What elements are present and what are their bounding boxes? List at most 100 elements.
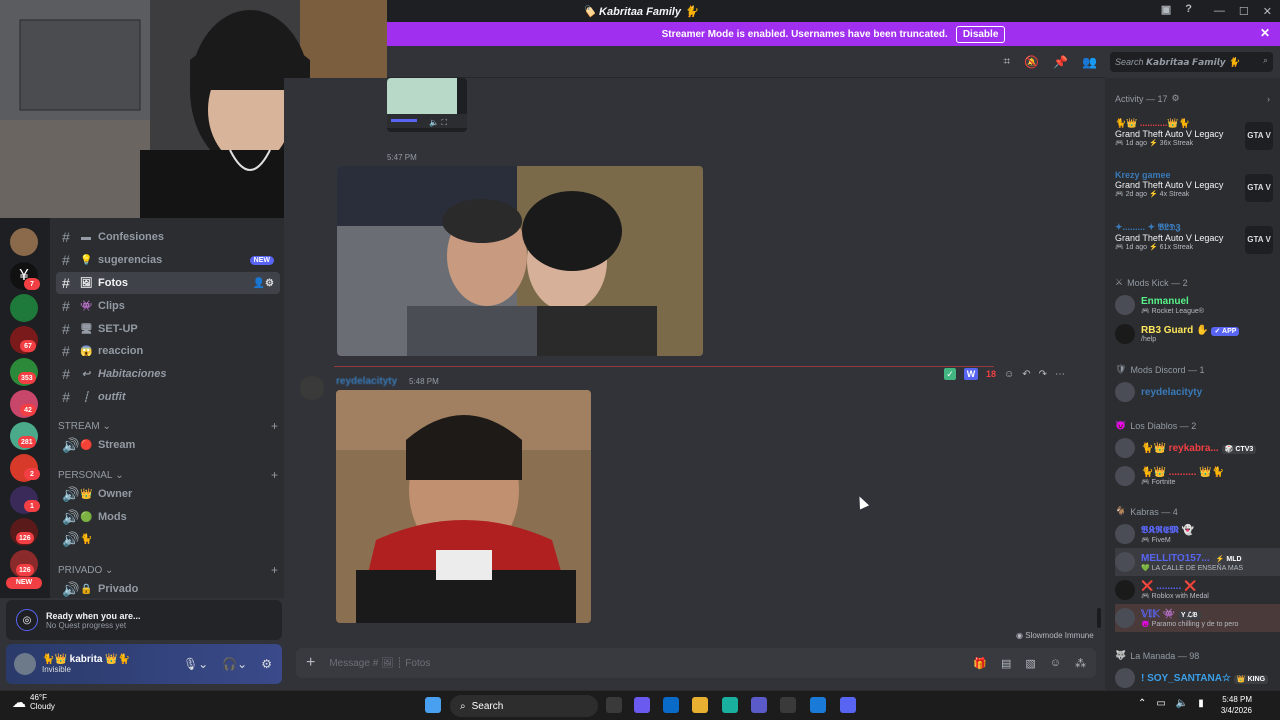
member-item[interactable]: Enmanuel 🎮 Rocket League® <box>1115 291 1280 319</box>
message-image-2[interactable] <box>336 390 591 623</box>
voice-stream[interactable]: 🔊 🔴 Stream <box>56 434 280 456</box>
channel-outfit[interactable]: # ┊ outfit <box>56 386 280 408</box>
chevron-right-icon[interactable]: › <box>1267 94 1270 104</box>
channel-clips[interactable]: # 👾 Clips <box>56 295 280 317</box>
voice-privado[interactable]: 🔊 🔒 Privado <box>56 578 280 598</box>
search-icon: ⌕ <box>460 700 466 712</box>
activity-card[interactable]: Krezy gamee Grand Theft Auto V Legacy 🎮 … <box>1115 170 1275 216</box>
quest-panel[interactable]: ◎ Ready when you are... No Quest progres… <box>6 600 282 640</box>
video-thumbnail[interactable]: 🔈 ⛶ <box>387 78 467 132</box>
w-reaction-icon[interactable]: W <box>964 368 978 380</box>
channel-reaccion[interactable]: # 😱 reaccion <box>56 340 280 362</box>
microphone-icon[interactable]: 🎙⌄ <box>183 657 208 671</box>
add-channel-icon[interactable]: + <box>271 563 278 577</box>
message-image-1[interactable] <box>337 166 703 356</box>
voice-cat[interactable]: 🔊 🐈 <box>56 528 280 550</box>
message-author[interactable]: reydelacityty <box>336 376 397 387</box>
member-item[interactable]: MELLITO157... ⚡ MLD 💚 LA CALLE DE ENSEÑA … <box>1115 548 1280 576</box>
channel-sidebar: # ▬ Confesiones # 💡 sugerencias NEW # 🖼 … <box>50 218 284 598</box>
edge-icon[interactable] <box>722 697 738 713</box>
activity-card[interactable]: 🐈👑 ...........👑🐈 Grand Theft Auto V Lega… <box>1115 118 1275 164</box>
forward-icon[interactable]: ↷ <box>1039 369 1047 380</box>
clock[interactable]: 5:48 PM 3/4/2026 <box>1221 694 1252 716</box>
network-icon[interactable]: ▭ <box>1156 698 1165 709</box>
gift-icon[interactable]: 🎁 <box>973 657 987 670</box>
member-list-icon[interactable]: 👥 <box>1082 55 1097 69</box>
mention-badge: 42 <box>20 404 36 416</box>
attach-plus-icon[interactable]: + <box>306 654 315 672</box>
apps-icon[interactable]: ⁂ <box>1075 657 1086 670</box>
more-icon[interactable]: ⋯ <box>1055 369 1065 380</box>
message-input[interactable]: Message # 🖼 ┊ Fotos <box>329 658 430 669</box>
add-channel-icon[interactable]: + <box>271 419 278 433</box>
disable-streamer-button[interactable]: Disable <box>955 25 1006 43</box>
headphones-icon[interactable]: 🎧⌄ <box>222 657 247 671</box>
steam-icon[interactable] <box>780 697 796 713</box>
emoji-icon[interactable]: ☺ <box>1050 657 1061 670</box>
sticker-icon[interactable]: ▧ <box>1025 657 1035 670</box>
windows-start-icon[interactable] <box>425 697 441 713</box>
inbox-icon[interactable]: ▣ <box>1161 3 1171 16</box>
avatar[interactable] <box>300 376 324 400</box>
avatar[interactable] <box>14 653 36 675</box>
speaker-icon: 🔊 <box>62 580 80 597</box>
avatar <box>1115 324 1135 344</box>
task-view-icon[interactable] <box>606 697 622 713</box>
browser-icon[interactable] <box>810 697 826 713</box>
add-member-icon[interactable]: 👤⚙ <box>253 278 274 289</box>
member-item[interactable]: RB3 Guard ✋ ✓ APP /help <box>1115 320 1280 348</box>
gta-v-icon: GTA V <box>1245 226 1273 254</box>
member-item[interactable]: ❌ ......... ❌ 🎮 Roblox with Medal <box>1115 576 1280 604</box>
server-icon[interactable] <box>10 228 38 256</box>
check-reaction-icon[interactable]: ✓ <box>944 368 956 380</box>
search-input[interactable]: Search 𝙆𝙖𝙗𝙧𝙞𝙩𝙖𝙖 𝙁𝙖𝙢𝙞𝙡𝙮 🐈 ⌕ <box>1110 52 1273 72</box>
scrollbar[interactable] <box>1097 608 1101 628</box>
server-icon[interactable] <box>10 294 38 322</box>
settings-gear-icon[interactable]: ⚙ <box>261 657 272 671</box>
voice-owner[interactable]: 🔊 👑 Owner <box>56 483 280 505</box>
notification-bell-icon[interactable]: 🔕 <box>1024 55 1039 69</box>
threads-icon[interactable]: ⌗ <box>1003 54 1010 69</box>
maximize-button[interactable]: ☐ <box>1239 5 1249 18</box>
member-item[interactable]: 𝕍𝕀𝕂 👾 Y ℒ𝔅 😈 Paramo chilling y de to pero <box>1115 604 1280 632</box>
member-item[interactable]: reydelacityty <box>1115 378 1280 406</box>
channel-set-up[interactable]: # 🖥 SET-UP <box>56 318 280 340</box>
reaction-count[interactable]: 18 <box>986 369 996 379</box>
channel-habitaciones[interactable]: # ↩ Habitaciones <box>56 363 280 385</box>
file-explorer-icon[interactable] <box>692 697 708 713</box>
category-personal[interactable]: PERSONAL ⌄ + <box>58 468 278 482</box>
minimize-button[interactable]: — <box>1214 5 1225 17</box>
battery-icon[interactable]: ▮ <box>1198 698 1204 709</box>
chevron-up-icon[interactable]: ⌃ <box>1138 698 1146 709</box>
activity-card[interactable]: ✦......... ✦ 𝕭𝕷𝕯𝖅 Grand Theft Auto V Leg… <box>1115 222 1275 268</box>
voice-mods[interactable]: 🔊 🟢 Mods <box>56 506 280 528</box>
weather-widget[interactable]: ☁ 46°F Cloudy <box>12 693 55 711</box>
member-item[interactable]: 🐈👑 .......... 👑🐈 🎮 Fortnite <box>1115 462 1280 490</box>
volume-icon[interactable]: 🔈 <box>1176 698 1188 709</box>
close-icon[interactable]: ✕ <box>1260 26 1270 40</box>
add-channel-icon[interactable]: + <box>271 468 278 482</box>
add-reaction-icon[interactable]: ☺ <box>1004 369 1014 380</box>
member-item[interactable]: 𝕭𝕶𝕽𝕰𝕸 👻 🎮 FiveM <box>1115 520 1280 548</box>
help-icon[interactable]: ? <box>1185 3 1192 16</box>
category-privado[interactable]: PRIVADO ⌄ + <box>58 563 278 577</box>
copilot-icon[interactable] <box>634 697 650 713</box>
pin-icon[interactable]: 📌 <box>1053 55 1068 69</box>
member-item[interactable]: ! SOY_SANTANA☆ 👑 KING <box>1115 664 1280 690</box>
channel-sugerencias[interactable]: # 💡 sugerencias NEW <box>56 249 280 271</box>
activity-header[interactable]: Activity — 17 ⚙ › <box>1115 93 1270 104</box>
app-tag: ✓ APP <box>1211 327 1240 336</box>
discord-icon[interactable] <box>840 697 856 713</box>
outlook-icon[interactable] <box>663 697 679 713</box>
taskbar-search[interactable]: ⌕ Search <box>450 695 598 717</box>
avatar <box>1115 466 1135 486</box>
app-icon[interactable] <box>751 697 767 713</box>
category-stream[interactable]: STREAM ⌄ + <box>58 419 278 433</box>
channel-fotos[interactable]: # 🖼 Fotos 👤⚙ <box>56 272 280 294</box>
channel-confesiones[interactable]: # ▬ Confesiones <box>56 226 280 248</box>
gif-icon[interactable]: ▤ <box>1001 657 1011 670</box>
role-header: 🐐 Kabras — 4 <box>1115 506 1270 517</box>
reply-icon[interactable]: ↶ <box>1022 369 1030 380</box>
close-window-button[interactable]: ✕ <box>1263 5 1272 18</box>
member-item[interactable]: 🐈👑 reykabra... 🎲 CTV3 <box>1115 434 1280 462</box>
